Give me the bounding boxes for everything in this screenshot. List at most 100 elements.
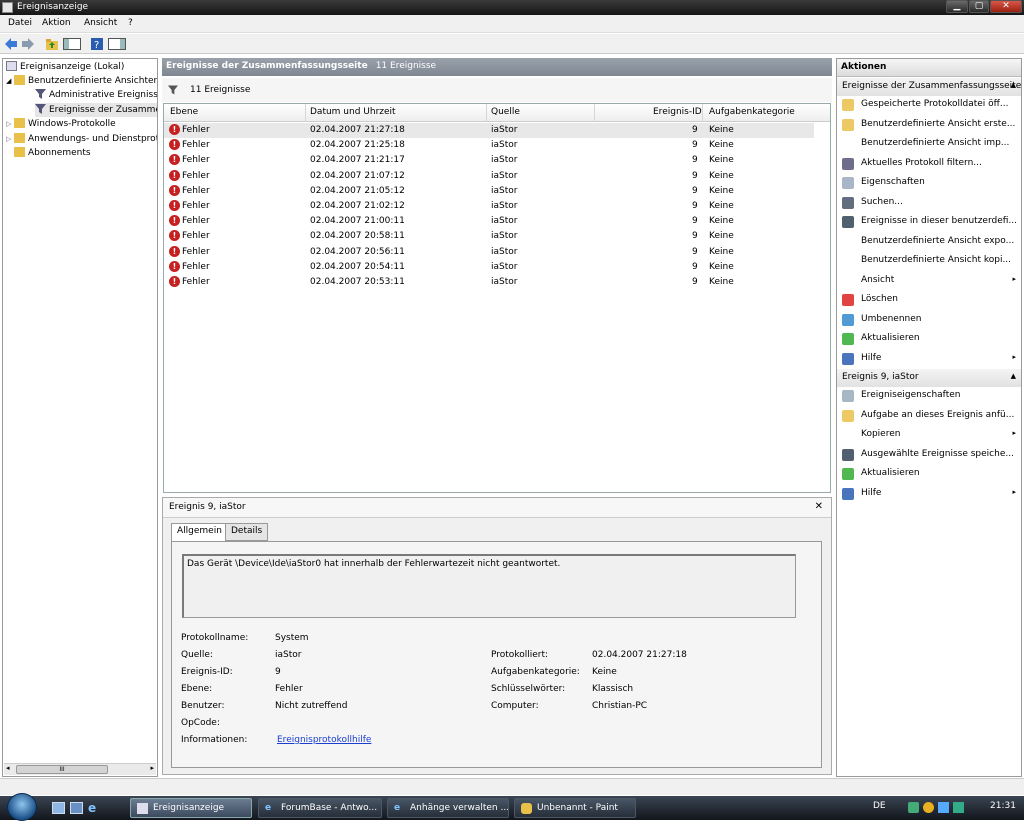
action-item[interactable]: Ausgewählte Ereignisse speiche... [837, 446, 1021, 464]
action-item[interactable]: Hilfe ▸ [837, 350, 1021, 368]
action-label: Ansicht [861, 274, 895, 285]
volume-tray-icon[interactable] [938, 802, 949, 813]
cell-source: iaStor [491, 140, 518, 151]
maximize-button[interactable]: ▢ [969, 0, 989, 13]
cell-level: Fehler [182, 246, 210, 257]
task-paint[interactable]: Unbenannt - Paint [514, 798, 636, 818]
horizontal-scrollbar[interactable]: ◂ III ▸ [4, 763, 156, 775]
table-row[interactable]: ! Fehler 02.04.2007 21:02:12 iaStor 9 Keine [164, 199, 814, 214]
menu-aktion[interactable]: Aktion [42, 18, 71, 28]
show-hide-tree-icon[interactable] [63, 37, 81, 51]
action-item[interactable]: Umbenennen [837, 311, 1021, 329]
action-label: Suchen... [861, 196, 903, 207]
action-item[interactable]: Eigenschaften [837, 174, 1021, 192]
task-attachments[interactable]: e Anhänge verwalten ... [387, 798, 509, 818]
action-label: Aktualisieren [861, 333, 920, 343]
actions-section-event[interactable]: Ereignis 9, iaStor ▲ [837, 369, 1021, 387]
task-event-viewer[interactable]: Ereignisanzeige [130, 798, 252, 818]
action-label: Benutzerdefinierte Ansicht erste... [861, 118, 1016, 129]
action-item[interactable]: Aktualisieren [837, 465, 1021, 483]
security-shield-tray-icon[interactable] [923, 802, 934, 813]
col-event-id-header[interactable]: Ereignis-ID [653, 107, 702, 117]
action-item[interactable]: Benutzerdefinierte Ansicht expo... [837, 233, 1021, 251]
table-row[interactable]: ! Fehler 02.04.2007 20:56:11 iaStor 9 Keine [164, 245, 814, 260]
table-row[interactable]: ! Fehler 02.04.2007 20:58:11 iaStor 9 Keine [164, 229, 814, 244]
action-item[interactable]: Benutzerdefinierte Ansicht kopi... [837, 252, 1021, 270]
value-user: Nicht zutreffend [275, 701, 348, 711]
tab-details[interactable]: Details [225, 523, 269, 541]
submenu-arrow-icon: ▸ [1012, 352, 1016, 361]
table-row[interactable]: ! Fehler 02.04.2007 21:07:12 iaStor 9 Keine [164, 169, 814, 184]
actions-section-summary[interactable]: Ereignisse der Zusammenfassungsseite ▲ [837, 78, 1021, 96]
col-source-header[interactable]: Quelle [491, 107, 520, 117]
menu-datei[interactable]: Datei [8, 18, 32, 28]
internet-explorer-icon[interactable]: e [88, 802, 101, 814]
action-item[interactable]: Ansicht ▸ [837, 272, 1021, 290]
col-datetime-header[interactable]: Datum und Uhrzeit [310, 107, 396, 117]
language-indicator[interactable]: DE [873, 801, 886, 811]
action-item[interactable]: Gespeicherte Protokolldatei öff... [837, 96, 1021, 114]
action-item[interactable]: Benutzerdefinierte Ansicht imp... [837, 135, 1021, 153]
collapse-section-icon[interactable]: ▲ [1011, 372, 1016, 380]
show-hide-action-pane-icon[interactable] [108, 37, 126, 51]
tree-node-custom-views[interactable]: ◢ Benutzerdefinierte Ansichten [6, 74, 158, 88]
network-tray-icon[interactable] [908, 802, 919, 813]
task-forumbase[interactable]: e ForumBase - Antwo... [258, 798, 382, 818]
action-item[interactable]: Hilfe ▸ [837, 485, 1021, 503]
event-log-help-link[interactable]: Ereignisprotokollhilfe [277, 735, 371, 745]
table-row[interactable]: ! Fehler 02.04.2007 21:00:11 iaStor 9 Keine [164, 214, 814, 229]
action-item[interactable]: Aufgabe an dieses Ereignis anfü... [837, 407, 1021, 425]
scroll-right-arrow-icon[interactable]: ▸ [150, 764, 154, 772]
tab-allgemein[interactable]: Allgemein [171, 523, 228, 542]
expand-triangle-icon[interactable]: ▷ [6, 117, 14, 131]
action-item[interactable]: Suchen... [837, 194, 1021, 212]
start-button[interactable] [7, 793, 37, 821]
collapse-triangle-icon[interactable]: ◢ [6, 74, 14, 88]
cell-level: Fehler [182, 201, 210, 211]
action-item[interactable]: Aktualisieren [837, 330, 1021, 348]
cell-datetime: 02.04.2007 20:58:11 [310, 231, 405, 242]
tree-node-subscriptions[interactable]: Abonnements [14, 146, 91, 160]
tree-node-summary-events[interactable]: Ereignisse der Zusammenfassungsseite [35, 103, 157, 117]
tree-node-admin-events[interactable]: Administrative Ereignisse [35, 88, 157, 102]
menu-help[interactable]: ? [128, 18, 133, 28]
action-item[interactable]: Aktuelles Protokoll filtern... [837, 155, 1021, 173]
tree-node-root[interactable]: Ereignisanzeige (Lokal) [6, 60, 124, 74]
col-level-header[interactable]: Ebene [170, 107, 198, 117]
event-message-box[interactable]: Das Gerät \Device\Ide\iaStor0 hat innerh… [182, 554, 796, 618]
folder-up-icon[interactable] [45, 37, 59, 51]
col-task-category-header[interactable]: Aufgabenkategorie [709, 107, 795, 117]
table-row[interactable]: ! Fehler 02.04.2007 21:21:17 iaStor 9 Keine [164, 153, 814, 168]
table-row[interactable]: ! Fehler 02.04.2007 21:25:18 iaStor 9 Keine [164, 138, 814, 153]
show-desktop-icon[interactable] [52, 802, 65, 814]
tree-node-windows-logs[interactable]: ▷ Windows-Protokolle [6, 117, 116, 131]
clock[interactable]: 21:31 [990, 801, 1016, 811]
collapse-section-icon[interactable]: ▲ [1011, 81, 1016, 89]
close-detail-button[interactable]: ✕ [815, 501, 823, 512]
action-item[interactable]: Ereigniseigenschaften [837, 387, 1021, 405]
tree-custom-views-label: Benutzerdefinierte Ansichten [28, 76, 158, 86]
expand-triangle-icon[interactable]: ▷ [6, 132, 14, 146]
switch-windows-icon[interactable] [70, 802, 83, 814]
table-row[interactable]: ! Fehler 02.04.2007 21:27:18 iaStor 9 Keine [164, 123, 814, 138]
menu-ansicht[interactable]: Ansicht [84, 18, 117, 28]
action-item[interactable]: Löschen [837, 291, 1021, 309]
close-window-button[interactable]: ✕ [990, 0, 1022, 13]
table-row[interactable]: ! Fehler 02.04.2007 21:05:12 iaStor 9 Keine [164, 184, 814, 199]
action-item[interactable]: Ereignisse in dieser benutzerdefi... [837, 213, 1021, 231]
scrollbar-thumb[interactable]: III [16, 765, 108, 774]
minimize-button[interactable]: ▁ [946, 0, 968, 13]
action-item[interactable]: Benutzerdefinierte Ansicht erste... [837, 116, 1021, 134]
table-row[interactable]: ! Fehler 02.04.2007 20:54:11 iaStor 9 Keine [164, 260, 814, 275]
scroll-left-arrow-icon[interactable]: ◂ [6, 764, 10, 772]
tree-node-app-logs[interactable]: ▷ Anwendungs- und Dienstprotokolle [6, 132, 157, 146]
error-icon: ! [169, 215, 180, 227]
table-row[interactable]: ! Fehler 02.04.2007 20:53:11 iaStor 9 Keine [164, 275, 814, 290]
action-item[interactable]: Kopieren ▸ [837, 426, 1021, 444]
back-arrow-icon[interactable] [4, 37, 18, 51]
actions-title: Aktionen [837, 59, 1021, 77]
device-tray-icon[interactable] [953, 802, 964, 813]
table-header: Ebene Datum und Uhrzeit Quelle Ereignis-… [164, 104, 830, 122]
help-icon[interactable]: ? [90, 37, 104, 51]
forward-arrow-icon[interactable] [21, 37, 35, 51]
